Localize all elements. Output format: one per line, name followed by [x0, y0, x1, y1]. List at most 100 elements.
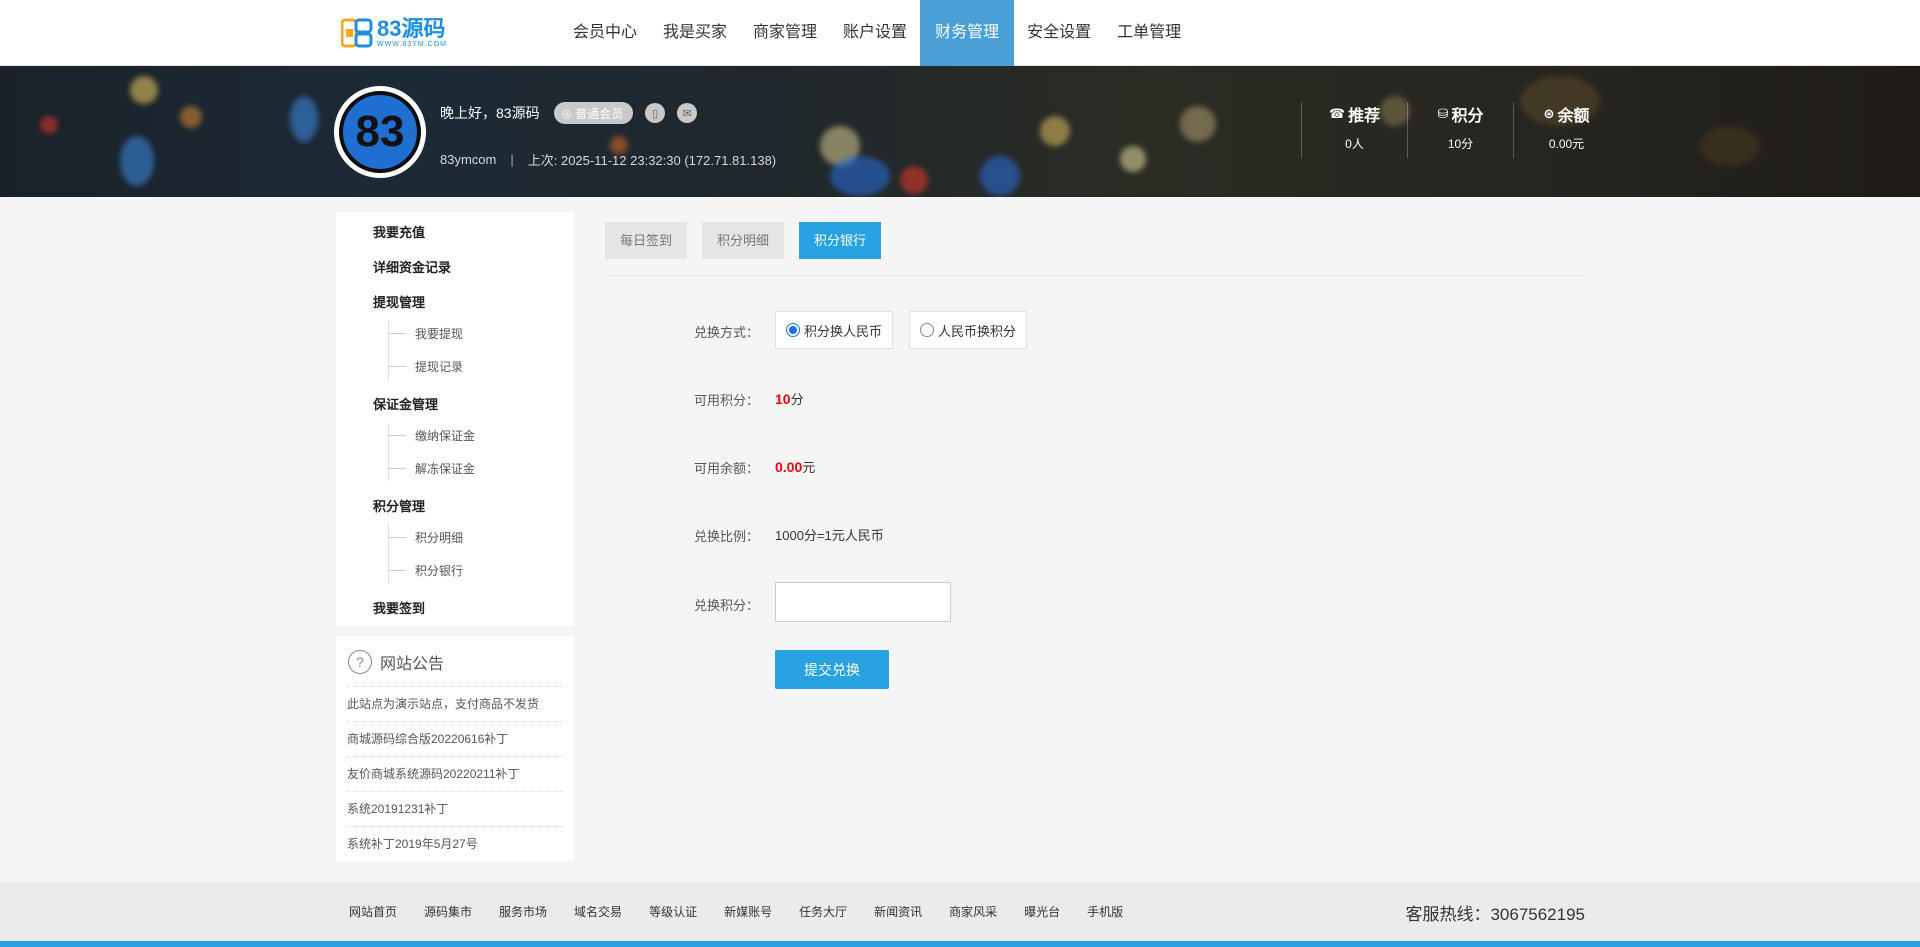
- greeting-row: 晚上好，83源码 ◎ 普通会员 ▯ ✉: [440, 102, 698, 124]
- profile-banner: [0, 66, 1920, 197]
- greeting-text: 晚上好，83源码: [440, 105, 540, 121]
- stat-label: 积分: [1451, 108, 1484, 125]
- sidebar-subitem[interactable]: 积分银行: [387, 562, 463, 579]
- avatar-text: 83: [339, 91, 421, 173]
- stat-wallet[interactable]: ⊛ 余额 0.00元: [1513, 102, 1619, 158]
- member-level-badge[interactable]: ◎ 普通会员: [553, 102, 634, 124]
- sidebar-item[interactable]: 我要签到: [373, 598, 425, 617]
- footer-link[interactable]: 任务大厅: [799, 903, 847, 920]
- footer-link[interactable]: 网站首页: [349, 903, 397, 920]
- finance-tabs: 每日签到 积分明细 积分银行: [605, 222, 896, 259]
- notice-item[interactable]: 系统补丁2019年5月27号: [347, 826, 563, 861]
- balance-value: 0.00: [775, 459, 803, 475]
- sidebar-item[interactable]: 我要充值: [373, 222, 425, 241]
- radio-icon: [920, 323, 934, 337]
- sidebar-subitem[interactable]: 积分明细: [387, 529, 463, 546]
- sidebar-item[interactable]: 保证金管理: [373, 394, 438, 413]
- nav-item[interactable]: 工单管理: [1104, 0, 1194, 66]
- footer-link[interactable]: 服务市场: [499, 903, 547, 920]
- stat-title: ⛁ 积分: [1408, 102, 1513, 126]
- logo-url: WWW.83YM.COM: [377, 40, 447, 48]
- ratio-value: 1000分=1元人民币: [775, 528, 884, 543]
- balance-label: 可用余额：: [694, 461, 760, 476]
- notice-item[interactable]: 友价商城系统源码20220211补丁: [347, 756, 563, 791]
- footer-link[interactable]: 曝光台: [1024, 903, 1060, 920]
- sidebar-tree-line: [388, 321, 389, 379]
- divider: |: [510, 152, 514, 167]
- balance-unit: 元: [802, 460, 816, 475]
- footer-link[interactable]: 等级认证: [649, 903, 697, 920]
- sidebar-subitem[interactable]: 缴纳保证金: [387, 427, 475, 444]
- nav-item[interactable]: 我是买家: [650, 0, 740, 66]
- sidebar-item[interactable]: 提现管理: [373, 292, 425, 311]
- username: 83ymcom: [440, 152, 497, 167]
- stat-value: 10分: [1447, 137, 1474, 151]
- footer-link[interactable]: 手机版: [1087, 903, 1123, 920]
- tab[interactable]: 积分银行: [799, 222, 882, 259]
- method-label: 兑换方式：: [694, 325, 760, 340]
- last-login: 上次: 2025-11-12 23:32:30 (172.71.81.138): [527, 153, 777, 168]
- footer-link[interactable]: 域名交易: [574, 903, 622, 920]
- mobile-icon[interactable]: ▯: [645, 103, 666, 123]
- method-option-points-to-rmb[interactable]: 积分换人民币: [775, 311, 894, 349]
- sidebar-subitem[interactable]: 提现记录: [387, 358, 463, 375]
- footer-link[interactable]: 新闻资讯: [874, 903, 922, 920]
- sidebar-item[interactable]: 积分管理: [373, 496, 425, 515]
- logo-mark-icon: [341, 18, 373, 48]
- email-icon[interactable]: ✉: [677, 103, 698, 123]
- nav-item[interactable]: 安全设置: [1014, 0, 1104, 66]
- tab[interactable]: 积分明细: [702, 222, 785, 259]
- finance-sidebar: 我要充值详细资金记录 提现管理我要提现提现记录保证金管理缴纳保证金解冻保证金积分管…: [336, 212, 574, 626]
- footer-link[interactable]: 新媒账号: [724, 903, 772, 920]
- user-sub-info: 83ymcom | 上次: 2025-11-12 23:32:30 (172.7…: [440, 150, 776, 169]
- stat-label: 余额: [1557, 108, 1590, 125]
- method-option-label: 积分换人民币: [804, 323, 883, 339]
- logo-brand: 83源码: [377, 15, 446, 41]
- notice-panel: ? 网站公告 此站点为演示站点，支付商品不发货 商城源码综合版20220616补丁…: [336, 636, 574, 861]
- notice-item[interactable]: 此站点为演示站点，支付商品不发货: [347, 686, 563, 721]
- stat-title: ⊛ 余额: [1514, 102, 1619, 126]
- service-hotline: 客服热线：3067562195: [1405, 905, 1585, 924]
- sidebar-item[interactable]: 详细资金记录: [373, 257, 451, 276]
- site-logo[interactable]: 83源码 WWW.83YM.COM: [341, 15, 447, 51]
- points-value-row: 10分: [775, 389, 804, 408]
- notice-title: 网站公告: [380, 656, 445, 673]
- main-nav: 会员中心 我是买家 商家管理 账户设置 财务管理 安全设置 工单管理: [560, 0, 1194, 66]
- sidebar-tree-line: [388, 423, 389, 481]
- stat-phone[interactable]: ☎ 推荐 0人: [1301, 102, 1407, 158]
- notice-item[interactable]: 商城源码综合版20220616补丁: [347, 721, 563, 756]
- nav-item[interactable]: 会员中心: [560, 0, 650, 66]
- nav-item[interactable]: 财务管理: [920, 0, 1015, 66]
- nav-item[interactable]: 账户设置: [830, 0, 920, 66]
- wallet-icon: ⊛: [1543, 106, 1555, 121]
- stat-title: ☎ 推荐: [1302, 102, 1407, 126]
- stat-value: 0.00元: [1548, 137, 1585, 151]
- stat-coins[interactable]: ⛁ 积分 10分: [1407, 102, 1513, 158]
- avatar[interactable]: 83: [334, 86, 426, 178]
- footer-link[interactable]: 源码集市: [424, 903, 472, 920]
- footer-link[interactable]: 商家风采: [949, 903, 997, 920]
- member-level-label: 普通会员: [575, 106, 624, 121]
- footer-accent-bar: [0, 941, 1920, 947]
- tabs-divider: [605, 275, 1587, 276]
- phone-icon: ☎: [1328, 106, 1346, 121]
- footer-links: 网站首页 源码集市 服务市场 域名交易 等级认证 新媒账号 任务大厅 新闻资讯 商家风采 曝光台 手…: [349, 903, 1150, 920]
- question-icon: ?: [348, 650, 372, 674]
- footer: 网站首页 源码集市 服务市场 域名交易 等级认证 新媒账号 任务大厅 新闻资讯 商家风采 曝光台 手…: [0, 882, 1920, 941]
- tab[interactable]: 每日签到: [605, 222, 688, 259]
- submit-exchange-button[interactable]: 提交兑换: [775, 650, 889, 689]
- nav-item[interactable]: 商家管理: [740, 0, 830, 66]
- sidebar-subitem[interactable]: 解冻保证金: [387, 460, 475, 477]
- method-option-rmb-to-points[interactable]: 人民币换积分: [909, 311, 1028, 349]
- points-unit: 分: [790, 392, 804, 407]
- radio-icon: [786, 323, 800, 337]
- sidebar-tree-line: [388, 525, 389, 583]
- notice-list: 此站点为演示站点，支付商品不发货 商城源码综合版20220616补丁 友价商城系统源…: [347, 686, 563, 861]
- stat-label: 推荐: [1348, 108, 1381, 125]
- points-label: 可用积分：: [694, 393, 760, 408]
- notice-header: ? 网站公告: [348, 650, 444, 674]
- balance-value-row: 0.00元: [775, 457, 815, 476]
- notice-item[interactable]: 系统20191231补丁: [347, 791, 563, 826]
- exchange-points-input[interactable]: [775, 582, 951, 622]
- sidebar-subitem[interactable]: 我要提现: [387, 325, 463, 342]
